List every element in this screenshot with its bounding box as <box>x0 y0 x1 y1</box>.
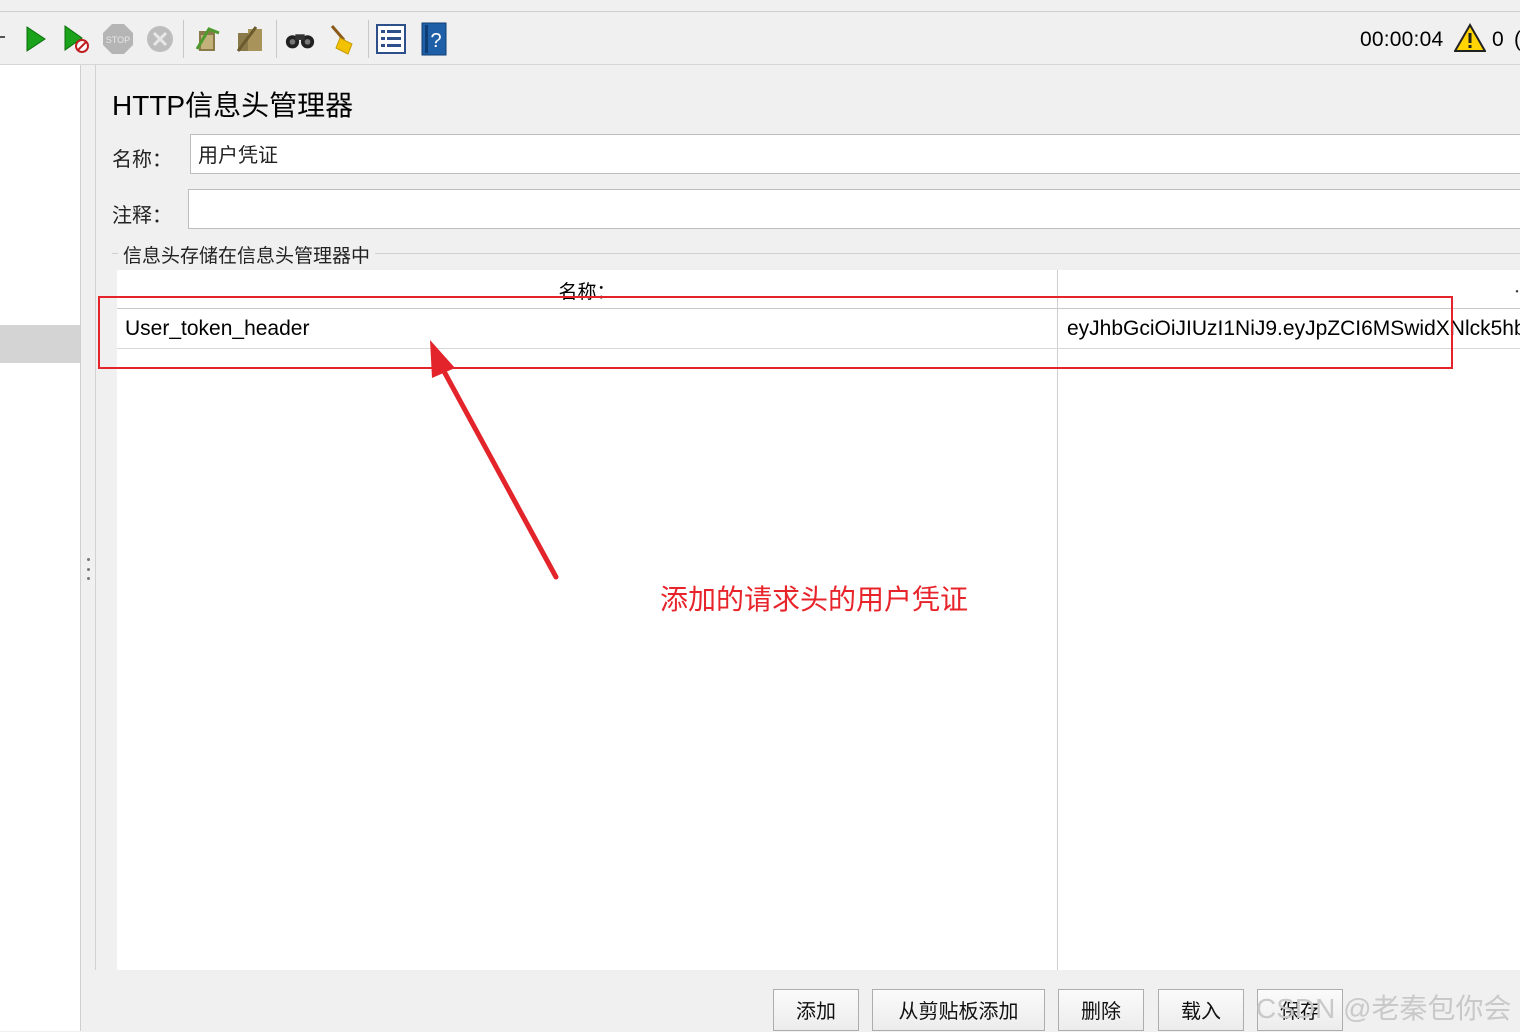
warning-icon[interactable] <box>1453 22 1487 58</box>
load-button[interactable]: 载入 <box>1158 989 1244 1031</box>
start-no-pause-icon[interactable] <box>60 22 92 56</box>
tree-selected-node[interactable] <box>0 325 80 363</box>
delete-button[interactable]: 删除 <box>1058 989 1144 1031</box>
function-helper-icon[interactable] <box>375 22 407 56</box>
headers-group-title: 信息头存储在信息头管理器中 <box>118 241 376 268</box>
search-icon[interactable] <box>284 22 316 56</box>
svg-text:?: ? <box>430 30 441 52</box>
shutdown-icon[interactable] <box>144 22 176 56</box>
name-field[interactable]: 用户凭证 <box>190 134 1520 174</box>
elapsed-time: 00:00:04 <box>1360 28 1444 51</box>
headers-table[interactable] <box>117 270 1520 970</box>
column-divider[interactable] <box>1057 270 1058 970</box>
help-icon[interactable]: ? <box>418 22 450 56</box>
name-label: 名称： <box>112 147 172 171</box>
comment-label: 注释： <box>112 203 172 227</box>
stop-icon[interactable]: STOP <box>102 22 134 56</box>
reset-search-icon[interactable] <box>326 22 358 56</box>
collapsed-menu-edge <box>0 36 5 38</box>
warning-count: 0 <box>1492 28 1504 51</box>
watermark: CSDN @老秦包你会 <box>1256 993 1512 1024</box>
add-from-clipboard-button[interactable]: 从剪贴板添加 <box>872 989 1045 1031</box>
toolbar-separator <box>368 20 369 58</box>
annotation-text: 添加的请求头的用户凭证 <box>660 584 969 615</box>
svg-text:STOP: STOP <box>106 35 130 45</box>
test-plan-tree[interactable] <box>0 65 81 1031</box>
panel-splitter[interactable] <box>81 65 96 1031</box>
toolbar-separator <box>183 20 184 58</box>
toolbar: STOP ? 00:00:04 0 ( <box>0 0 1520 65</box>
toolbar-top-border <box>0 11 1520 12</box>
comment-field[interactable] <box>188 189 1520 229</box>
page-title: HTTP信息头管理器 <box>112 90 354 121</box>
active-threads-indicator: ( <box>1514 28 1520 52</box>
toolbar-separator <box>276 20 277 58</box>
annotation-highlight-box <box>98 296 1453 369</box>
clear-all-icon[interactable] <box>234 22 266 56</box>
add-button[interactable]: 添加 <box>773 989 859 1031</box>
start-icon[interactable] <box>19 22 51 56</box>
splitter-grip-icon[interactable] <box>86 558 90 580</box>
clear-icon[interactable] <box>192 22 224 56</box>
